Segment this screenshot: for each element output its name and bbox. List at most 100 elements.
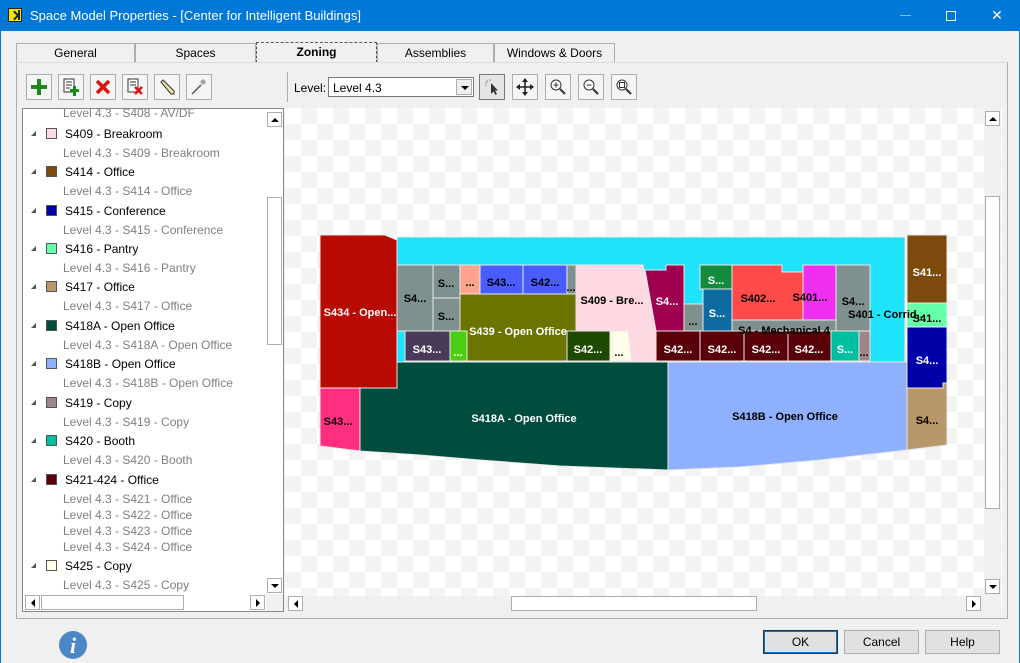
- delete-zone-button[interactable]: [90, 74, 116, 100]
- scroll-up-button[interactable]: [985, 111, 1000, 126]
- zone-color-swatch: [46, 358, 57, 369]
- scroll-thumb[interactable]: [267, 197, 282, 345]
- space-label: Level 4.3 - S417 - Office: [63, 299, 193, 313]
- minimize-button[interactable]: [882, 0, 928, 31]
- zone-space-item[interactable]: Level 4.3 - S414 - Office: [23, 182, 267, 201]
- pan-tool-button[interactable]: [512, 74, 538, 100]
- zone-item[interactable]: S417 - Office: [23, 278, 267, 297]
- zone-item[interactable]: S418B - Open Office: [23, 355, 267, 374]
- scroll-down-button[interactable]: [985, 579, 1000, 594]
- space-label: Level 4.3 - S408 - AV/DF: [63, 108, 195, 120]
- canvas-horizontal-scrollbar[interactable]: [285, 596, 984, 612]
- floor-plan-canvas[interactable]: S401 - Corrid... S434 - Open... S43... S418…: [285, 108, 1002, 612]
- zone-toolbar: [26, 74, 212, 102]
- zone-item[interactable]: S418A - Open Office: [23, 317, 267, 336]
- zone-space-item[interactable]: Level 4.3 - S424 - Office: [23, 538, 267, 557]
- scroll-right-button[interactable]: [966, 596, 981, 611]
- tree-vertical-scrollbar[interactable]: [266, 109, 283, 596]
- expand-arrow-icon[interactable]: [31, 361, 36, 366]
- expand-arrow-icon[interactable]: [31, 131, 36, 136]
- room-label: S42...: [664, 344, 693, 356]
- app-icon: [8, 8, 22, 22]
- tab-assemblies[interactable]: Assemblies: [377, 43, 494, 63]
- zone-label: S417 - Office: [65, 280, 135, 294]
- scroll-right-button[interactable]: [250, 595, 265, 610]
- expand-arrow-icon[interactable]: [31, 438, 36, 443]
- zone-color-swatch: [46, 205, 57, 216]
- zone-space-item[interactable]: Level 4.3 - S408 - AV/DF: [23, 108, 267, 123]
- zone-space-item[interactable]: Level 4.3 - S416 - Pantry: [23, 259, 267, 278]
- add-space-to-zone-button[interactable]: [58, 74, 84, 100]
- add-zone-button[interactable]: [26, 74, 52, 100]
- room-label: S4...: [842, 296, 865, 308]
- room-label: S...: [709, 308, 726, 320]
- chevron-down-icon[interactable]: [456, 79, 472, 95]
- zone-space-item[interactable]: Level 4.3 - S425 - Copy: [23, 576, 267, 595]
- canvas-vertical-scrollbar[interactable]: [984, 108, 1001, 596]
- tab-zoning[interactable]: Zoning: [256, 42, 377, 63]
- zone-space-item[interactable]: Level 4.3 - S409 - Breakroom: [23, 144, 267, 163]
- tab-general[interactable]: General: [16, 43, 135, 63]
- zone-space-item[interactable]: Level 4.3 - S418A - Open Office: [23, 336, 267, 355]
- help-button[interactable]: Help: [925, 630, 1000, 654]
- zone-space-item[interactable]: Level 4.3 - S418B - Open Office: [23, 374, 267, 393]
- scroll-thumb[interactable]: [511, 596, 757, 611]
- room-label: S439 - Open Office: [469, 326, 567, 338]
- cancel-button[interactable]: Cancel: [844, 630, 919, 654]
- ok-button[interactable]: OK: [763, 630, 838, 654]
- zone-tree[interactable]: Level 4.3 - S408 - AV/DF S409 - Breakroom…: [22, 108, 284, 612]
- zone-item[interactable]: S414 - Office: [23, 163, 267, 182]
- zone-space-item[interactable]: Level 4.3 - S415 - Conference: [23, 221, 267, 240]
- zone-item[interactable]: S425 - Copy: [23, 557, 267, 576]
- expand-arrow-icon[interactable]: [31, 477, 36, 482]
- expand-arrow-icon[interactable]: [31, 208, 36, 213]
- zone-item[interactable]: S409 - Breakroom: [23, 125, 267, 144]
- zone-color-swatch: [46, 474, 57, 485]
- zone-item[interactable]: S421-424 - Office: [23, 471, 267, 490]
- scroll-corner: [266, 594, 283, 611]
- zoom-extents-button[interactable]: [611, 74, 637, 100]
- room-label: S43...: [413, 344, 442, 356]
- expand-arrow-icon[interactable]: [31, 284, 36, 289]
- level-value: Level 4.3: [333, 81, 382, 95]
- zone-item[interactable]: S416 - Pantry: [23, 240, 267, 259]
- room-label: S...: [837, 344, 854, 356]
- room-label: S418B - Open Office: [732, 411, 838, 423]
- auto-zone-button[interactable]: [186, 74, 212, 100]
- maximize-button[interactable]: [928, 0, 974, 31]
- expand-arrow-icon[interactable]: [31, 400, 36, 405]
- remove-space-from-zone-button[interactable]: [122, 74, 148, 100]
- room-label: ...: [465, 277, 474, 289]
- level-label: Level:: [294, 81, 327, 95]
- zone-item[interactable]: S419 - Copy: [23, 394, 267, 413]
- scroll-left-button[interactable]: [25, 595, 40, 610]
- tab-windows-doors[interactable]: Windows & Doors: [494, 43, 615, 63]
- maximize-icon: [946, 10, 956, 21]
- expand-arrow-icon[interactable]: [31, 323, 36, 328]
- select-tool-button[interactable]: [479, 74, 505, 100]
- expand-arrow-icon[interactable]: [31, 563, 36, 568]
- scroll-thumb[interactable]: [41, 595, 184, 610]
- scroll-down-button[interactable]: [267, 578, 282, 593]
- zoom-in-button[interactable]: [545, 74, 571, 100]
- level-dropdown[interactable]: Level 4.3: [328, 77, 474, 97]
- room-label: S42...: [795, 344, 824, 356]
- scroll-up-button[interactable]: [267, 112, 282, 127]
- scroll-left-button[interactable]: [288, 596, 303, 611]
- tree-horizontal-scrollbar[interactable]: [23, 594, 283, 611]
- zoom-out-button[interactable]: [578, 74, 604, 100]
- scroll-thumb[interactable]: [985, 196, 1000, 509]
- zone-space-item[interactable]: Level 4.3 - S419 - Copy: [23, 413, 267, 432]
- zone-item[interactable]: S420 - Booth: [23, 432, 267, 451]
- info-icon[interactable]: i: [59, 631, 87, 659]
- expand-arrow-icon[interactable]: [31, 246, 36, 251]
- tab-spaces[interactable]: Spaces: [135, 43, 256, 63]
- expand-arrow-icon[interactable]: [31, 169, 36, 174]
- edit-zone-button[interactable]: [154, 74, 180, 100]
- zone-space-item[interactable]: Level 4.3 - S417 - Office: [23, 297, 267, 316]
- zone-space-item[interactable]: Level 4.3 - S420 - Booth: [23, 451, 267, 470]
- close-button[interactable]: ✕: [974, 0, 1020, 31]
- floor-plan[interactable]: S401 - Corrid...S434 - Open...S43... S418…: [285, 108, 984, 596]
- scroll-corner: [984, 596, 1001, 612]
- zone-item[interactable]: S415 - Conference: [23, 202, 267, 221]
